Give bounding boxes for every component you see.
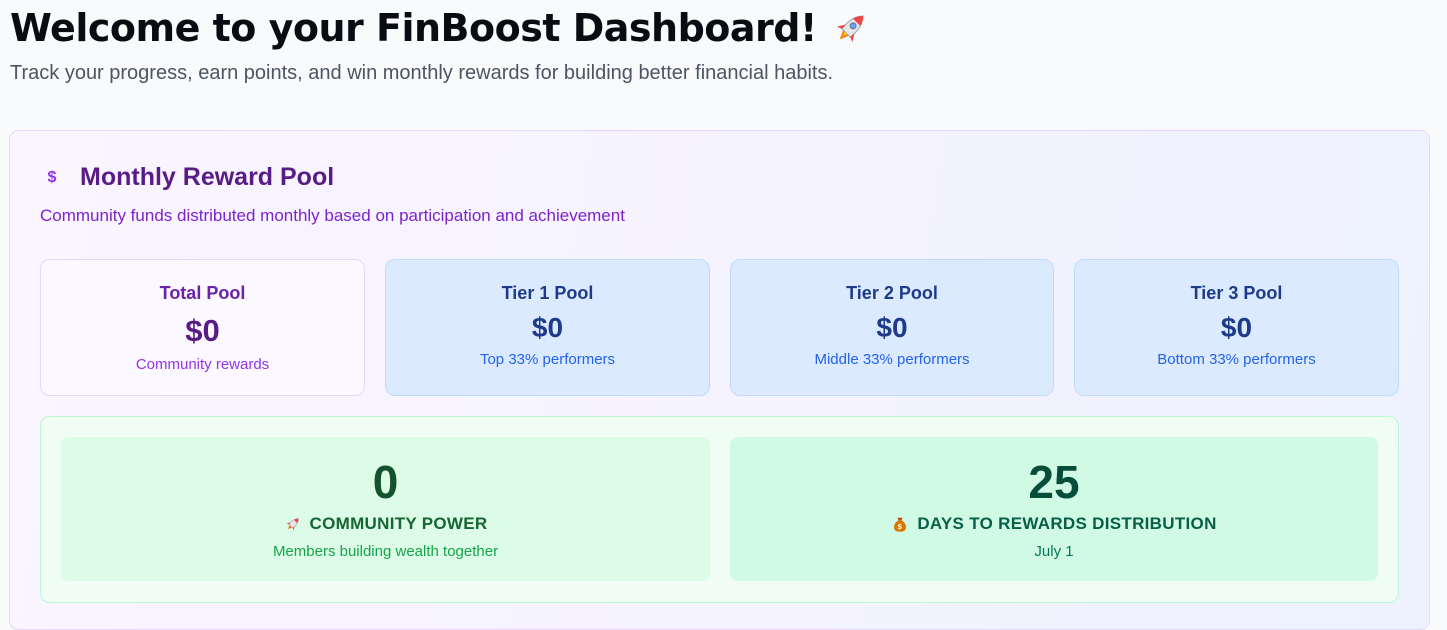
tier-1-value: $0 <box>531 312 564 343</box>
svg-text:$: $ <box>898 522 903 531</box>
tier-1-label: Tier 1 Pool <box>501 283 594 303</box>
tier-3-pool-card: Tier 3 Pool $0 Bottom 33% performers <box>1074 259 1399 396</box>
total-pool-note: Community rewards <box>135 356 270 373</box>
tier-3-value: $0 <box>1220 312 1253 343</box>
tier-2-pool-card: Tier 2 Pool $0 Middle 33% performers <box>730 259 1054 396</box>
total-pool-label: Total Pool <box>159 283 246 303</box>
tier-1-pool-card: Tier 1 Pool $0 Top 33% performers <box>385 259 710 396</box>
days-to-distribution-value: 25 <box>1028 456 1080 508</box>
tier-2-value: $0 <box>876 312 908 343</box>
tier-3-note: Bottom 33% performers <box>1157 351 1316 368</box>
days-to-distribution-label: DAYS TO REWARDS DISTRIBUTION <box>917 514 1217 533</box>
page-title-text: Welcome to your FinBoost Dashboard! <box>10 6 817 50</box>
days-to-distribution-caption: $ DAYS TO REWARDS DISTRIBUTION <box>730 514 1378 534</box>
money-bag-icon: $ <box>894 517 907 532</box>
tier-1-note: Top 33% performers <box>479 351 616 368</box>
dollar-icon: $ <box>47 168 57 186</box>
total-pool-value: $0 <box>185 313 220 348</box>
community-power-card: 0 COMMUNITY POWER Members building wealt… <box>61 437 710 581</box>
page-subtitle: Track your progress, earn points, and wi… <box>10 62 833 84</box>
tier-3-label: Tier 3 Pool <box>1190 283 1283 303</box>
reward-pool-header: $ Monthly Reward Pool <box>40 163 335 192</box>
community-power-note: Members building wealth together <box>272 543 499 560</box>
rocket-icon <box>286 518 299 531</box>
tier-2-note: Middle 33% performers <box>814 351 970 368</box>
page-title: Welcome to your FinBoost Dashboard! <box>10 6 871 50</box>
tier-2-label: Tier 2 Pool <box>846 283 938 303</box>
total-pool-card: Total Pool $0 Community rewards <box>40 259 365 396</box>
community-power-caption: COMMUNITY POWER <box>61 514 710 534</box>
community-power-label: COMMUNITY POWER <box>309 514 488 533</box>
reward-pool-title: Monthly Reward Pool <box>80 163 335 191</box>
community-power-value: 0 <box>372 456 399 508</box>
rocket-icon <box>836 15 864 43</box>
days-to-distribution-note: July 1 <box>1034 543 1074 560</box>
days-to-distribution-card: 25 $ DAYS TO REWARDS DISTRIBUTION July 1 <box>730 437 1378 581</box>
reward-pool-description: Community funds distributed monthly base… <box>40 206 625 225</box>
